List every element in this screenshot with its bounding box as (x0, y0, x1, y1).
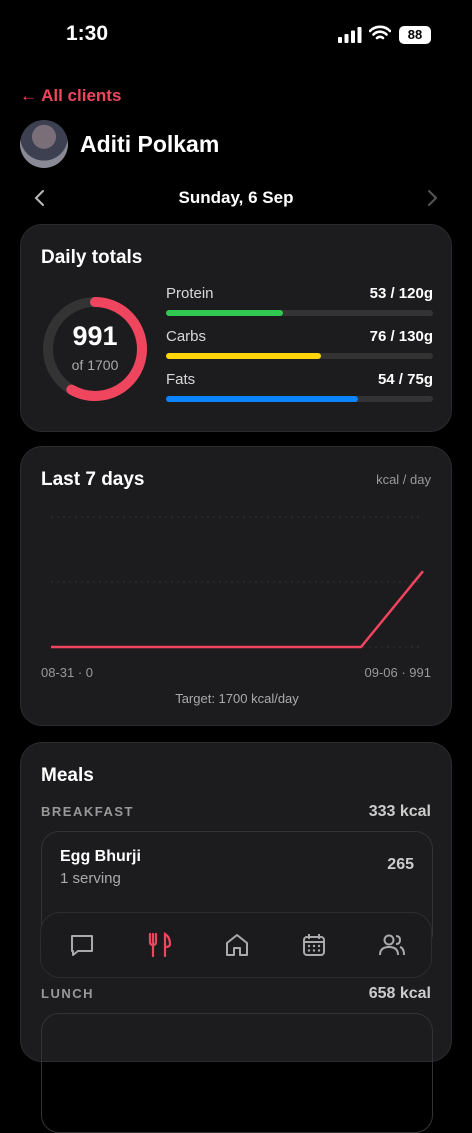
chart-series-line (51, 570, 424, 649)
bottom-tab-bar (40, 912, 432, 978)
macro-value: 76 / 130g (369, 328, 433, 345)
macro-value: 54 / 75g (377, 371, 433, 388)
macro-progress-track (166, 310, 433, 316)
status-time: 1:30 (66, 22, 109, 45)
status-bar: 1:30 88 (0, 0, 472, 70)
client-avatar (20, 120, 68, 168)
back-link-label: All clients (41, 86, 122, 105)
meal-item-qty: 1 serving (60, 870, 121, 887)
chat-bubble-icon[interactable] (66, 929, 98, 961)
macro-progress-fill (166, 310, 284, 316)
meal-section-breakfast: BREAKFAST (41, 804, 134, 819)
daily-totals-card: Daily totals 991 of 1700 Protein 53 / 12… (20, 224, 452, 432)
chart-start-label: 08-31 · 0 (41, 665, 94, 680)
calories-goal: of 1700 (71, 357, 119, 373)
calendar-icon[interactable] (298, 929, 330, 961)
meals-card: Meals BREAKFAST 333 kcal Egg Bhurji 1 se… (20, 742, 452, 1133)
macro-progress-track (166, 396, 433, 402)
calorie-line-chart (51, 516, 424, 649)
macro-progress-fill (166, 396, 359, 402)
macro-name: Protein (166, 285, 214, 302)
meal-item-kcal: 265 (387, 856, 414, 873)
home-icon[interactable] (221, 929, 253, 961)
meals-title: Meals (41, 765, 94, 786)
macro-protein: Protein 53 / 120g (166, 285, 433, 325)
selected-date: Sunday, 6 Sep (178, 188, 294, 207)
battery-indicator: 88 (399, 26, 431, 44)
macro-progress-fill (166, 353, 321, 359)
meal-item-partial[interactable] (41, 1013, 433, 1133)
fork-knife-icon[interactable] (143, 929, 175, 961)
back-to-clients-link[interactable]: ← All clients (20, 86, 121, 106)
users-icon[interactable] (376, 929, 408, 961)
chart-end-label: 09-06 · 991 (364, 665, 432, 680)
meal-item-name: Egg Bhurji (60, 848, 141, 865)
chart-target-label: Target: 1700 kcal/day (175, 691, 299, 706)
meal-section-kcal: 333 kcal (368, 803, 431, 820)
macro-progress-track (166, 353, 433, 359)
calories-consumed: 991 (72, 321, 118, 351)
chevron-right-icon[interactable] (422, 186, 442, 210)
last-7-days-card: Last 7 days kcal / day 08-31 · 0 09-06 ·… (20, 446, 452, 726)
date-navigator: Sunday, 6 Sep (20, 180, 452, 216)
client-name: Aditi Polkam (80, 131, 220, 157)
macro-name: Fats (166, 371, 196, 388)
macro-value: 53 / 120g (369, 285, 433, 302)
wifi-icon (369, 25, 391, 40)
macro-name: Carbs (166, 328, 207, 345)
macro-carbs: Carbs 76 / 130g (166, 328, 433, 368)
cellular-signal-icon (338, 27, 362, 43)
daily-totals-title: Daily totals (41, 247, 143, 268)
meal-section-lunch: LUNCH (41, 986, 94, 1001)
macro-fats: Fats 54 / 75g (166, 371, 433, 411)
meal-section-kcal: 658 kcal (368, 985, 431, 1002)
arrow-left-icon: ← (20, 86, 37, 105)
